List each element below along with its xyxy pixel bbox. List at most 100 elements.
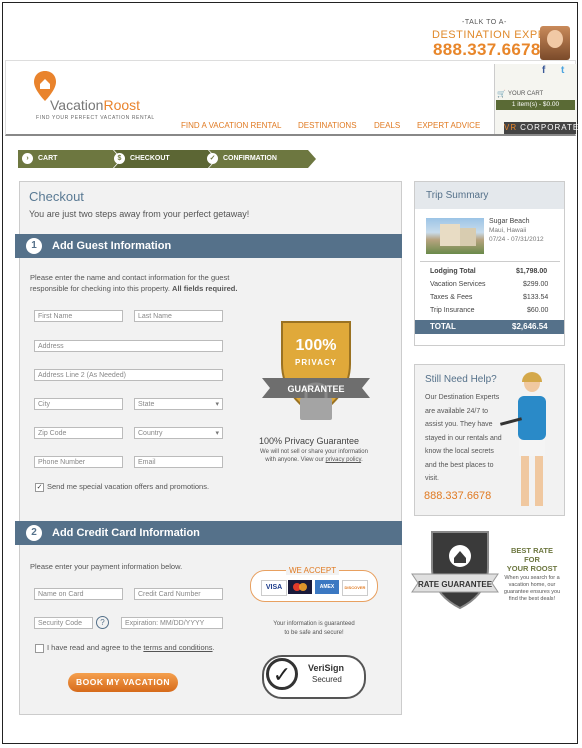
- address2-field[interactable]: Address Line 2 (As Needed): [34, 369, 223, 381]
- logo-part2: Roost: [103, 97, 141, 113]
- step-cart: › CART: [22, 151, 57, 167]
- guest-instructions-line2: responsible for checking into this prope…: [30, 283, 237, 294]
- cart-summary[interactable]: 1 item(s) - $0.00: [496, 100, 575, 110]
- logo-wordmark[interactable]: VacationRoost: [50, 97, 140, 113]
- city-field[interactable]: City: [34, 398, 123, 410]
- nav-destinations[interactable]: DESTINATIONS: [298, 121, 357, 130]
- cart-label[interactable]: YOUR CART: [508, 91, 543, 97]
- trip-divider: [420, 261, 560, 262]
- expiration-field[interactable]: Expiration: MM/DD/YYYY: [121, 617, 223, 629]
- card-instructions: Please enter your payment information be…: [30, 562, 183, 571]
- vacation-services-label: Vacation Services: [430, 281, 486, 288]
- checkout-subtitle: You are just two steps away from your pe…: [29, 209, 250, 219]
- verisign-secured-label: Secured: [312, 675, 342, 684]
- address-field[interactable]: Address: [34, 340, 223, 352]
- privacy-policy-link[interactable]: privacy policy: [326, 457, 362, 463]
- header-phone[interactable]: 888.337.6678: [433, 40, 541, 60]
- zip-field[interactable]: Zip Code: [34, 427, 123, 439]
- state-select[interactable]: State: [134, 398, 223, 411]
- lodging-total-label: Lodging Total: [430, 268, 476, 275]
- trip-total-bar: TOTAL $2,646.54: [415, 320, 564, 334]
- corporate-button[interactable]: VR CORPORATE: [504, 122, 580, 134]
- nav-find-rental[interactable]: FIND A VACATION RENTAL: [181, 121, 281, 130]
- step-cart-label: CART: [38, 155, 58, 162]
- rate-guarantee-ribbon: RATE GUARANTEE: [418, 580, 493, 589]
- secure-copy-line1: Your information is guaranteed: [273, 621, 355, 627]
- tagline: FIND YOUR PERFECT VACATION RENTAL: [36, 115, 155, 121]
- corporate-label: CORPORATE: [520, 123, 580, 132]
- trip-total-label: TOTAL: [430, 322, 456, 331]
- property-name[interactable]: Sugar Beach: [489, 218, 529, 225]
- card-section-header: 2 Add Credit Card Information: [15, 521, 402, 545]
- verisign-check-icon: ✓: [266, 658, 298, 690]
- best-rate-copy4: find the best deals!: [508, 596, 556, 602]
- best-rate-line1: BEST RATE FOR: [511, 546, 553, 564]
- help-title: Still Need Help?: [425, 374, 497, 385]
- terms-label-end: .: [212, 643, 215, 652]
- security-code-help-icon[interactable]: ?: [96, 616, 109, 629]
- fields-required-note: All fields required.: [172, 284, 238, 293]
- cart-step-icon: ›: [22, 152, 33, 164]
- country-select[interactable]: Country: [134, 427, 223, 440]
- email-field[interactable]: Email: [134, 456, 223, 468]
- terms-link[interactable]: terms and conditions: [143, 643, 212, 652]
- best-rate-copy2: vacation home, our: [508, 582, 556, 588]
- help-copy: Our Destination Experts are available 24…: [425, 394, 502, 482]
- corporate-prefix: VR: [504, 123, 518, 132]
- check-icon: ✓: [207, 152, 218, 164]
- name-on-card-field[interactable]: Name on Card: [34, 588, 123, 600]
- nav-expert-advice[interactable]: EXPERT ADVICE: [417, 121, 480, 130]
- nav-deals[interactable]: DEALS: [374, 121, 400, 130]
- step-confirmation: ✓ CONFIRMATION: [207, 151, 277, 167]
- step-checkout: $ CHECKOUT: [114, 151, 170, 167]
- best-rate-copy3: guarantee ensures you: [503, 589, 561, 595]
- security-code-field[interactable]: Security Code: [34, 617, 93, 629]
- privacy-guarantee-title: 100% Privacy Guarantee: [259, 436, 360, 446]
- dollar-icon: $: [114, 152, 125, 164]
- privacy-copy-line1: We will not sell or share your informati…: [260, 449, 368, 455]
- verisign-seal: ✓ VeriSign Secured: [262, 655, 366, 699]
- offers-checkbox[interactable]: ✓: [35, 483, 44, 492]
- privacy-copy-line2-text: with anyone. View our: [265, 457, 324, 463]
- amex-icon: AMEX: [315, 580, 339, 594]
- privacy-copy-line2: with anyone. View our privacy policy.: [252, 456, 376, 464]
- cart-icon: 🛒: [497, 91, 506, 98]
- agent-illustration: [499, 372, 564, 514]
- trip-insurance-label: Trip Insurance: [430, 307, 475, 314]
- mastercard-icon: [288, 580, 312, 594]
- guest-instructions-line2-text: responsible for checking into this prope…: [30, 284, 170, 293]
- property-location: Maui, Hawaii: [489, 227, 527, 234]
- privacy-copy: We will not sell or share your informati…: [252, 448, 376, 464]
- guest-instructions-line1: Please enter the name and contact inform…: [30, 273, 230, 282]
- trip-summary-title: Trip Summary: [426, 190, 489, 201]
- secure-copy: Your information is guaranteed to be saf…: [252, 620, 376, 638]
- last-name-field[interactable]: Last Name: [134, 310, 223, 322]
- privacy-copy-end: .: [361, 457, 363, 463]
- facebook-icon[interactable]: f: [542, 65, 545, 76]
- help-phone[interactable]: 888.337.6678: [424, 490, 491, 502]
- card-section-title: Add Credit Card Information: [52, 527, 200, 539]
- rate-guarantee-badge: RATE GUARANTEE: [411, 531, 499, 610]
- privacy-guarantee-badge: 100% PRIVACY GUARANTEE: [262, 321, 370, 420]
- step-number-1: 1: [26, 238, 42, 254]
- card-number-field[interactable]: Credit Card Number: [134, 588, 223, 600]
- terms-checkbox[interactable]: [35, 644, 44, 653]
- agent-photo: [540, 26, 570, 60]
- privacy-ribbon-text: GUARANTEE: [287, 384, 344, 394]
- step-checkout-label: CHECKOUT: [130, 155, 170, 162]
- property-photo[interactable]: [426, 218, 484, 254]
- best-rate-line2: YOUR ROOST: [506, 564, 558, 573]
- checkout-title: Checkout: [29, 189, 84, 204]
- book-my-vacation-button[interactable]: BOOK MY VACATION: [68, 673, 178, 692]
- terms-label-text: I have read and agree to the: [47, 643, 142, 652]
- first-name-field[interactable]: First Name: [34, 310, 123, 322]
- phone-field[interactable]: Phone Number: [34, 456, 123, 468]
- best-rate-copy1: When you search for a: [504, 575, 560, 581]
- step-number-2: 2: [26, 525, 42, 541]
- guest-instructions: Please enter the name and contact inform…: [30, 272, 237, 294]
- trip-total-value: $2,646.54: [512, 322, 548, 331]
- visa-icon: VISA: [261, 580, 287, 596]
- twitter-icon[interactable]: t: [561, 65, 564, 76]
- we-accept-label: WE ACCEPT: [286, 566, 340, 575]
- step-confirmation-label: CONFIRMATION: [223, 155, 277, 162]
